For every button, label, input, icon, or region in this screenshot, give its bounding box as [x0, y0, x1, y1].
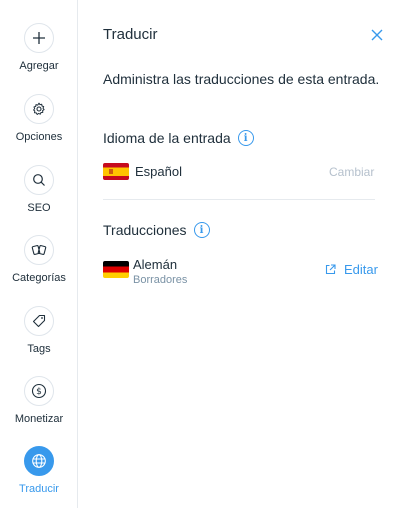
entry-language-row: Español: [103, 163, 182, 180]
external-link-icon: [325, 264, 336, 275]
globe-icon: [24, 446, 54, 476]
svg-text:$: $: [36, 387, 42, 397]
sidebar: Agregar Opciones SEO Categorías Tags $ M…: [0, 0, 78, 508]
translation-item: Alemán Borradores: [103, 257, 187, 287]
entry-language-heading-text: Idioma de la entrada: [103, 130, 231, 146]
translation-status: Borradores: [133, 274, 188, 286]
sidebar-item-label: Monetizar: [14, 413, 64, 425]
sidebar-item-tags[interactable]: Tags: [0, 306, 78, 355]
search-icon: [24, 165, 54, 195]
change-language-button[interactable]: Cambiar: [329, 165, 374, 179]
sidebar-item-traducir[interactable]: Traducir: [0, 446, 78, 495]
sidebar-item-label: Opciones: [15, 131, 63, 143]
entry-language-heading: Idioma de la entrada i: [103, 130, 254, 146]
sidebar-item-agregar[interactable]: Agregar: [0, 23, 78, 72]
translations-heading-text: Traducciones: [103, 222, 187, 238]
translation-language: Alemán: [133, 257, 178, 272]
close-icon: [371, 29, 383, 41]
sidebar-item-label: Agregar: [19, 60, 59, 72]
panel-description: Administra las traducciones de esta entr…: [103, 71, 380, 87]
plus-icon: [24, 23, 54, 53]
close-button[interactable]: [369, 27, 385, 43]
sidebar-item-categorias[interactable]: Categorías: [0, 235, 78, 284]
cards-icon: [24, 235, 54, 265]
dollar-icon: $: [24, 376, 54, 406]
entry-language-name: Español: [135, 164, 182, 179]
sidebar-item-label: Tags: [27, 343, 51, 355]
gear-icon: [24, 94, 54, 124]
germany-flag-icon: [103, 261, 129, 278]
spain-flag-icon: [103, 163, 129, 180]
edit-translation-button[interactable]: Editar: [325, 262, 378, 277]
sidebar-item-opciones[interactable]: Opciones: [0, 94, 78, 143]
tag-icon: [24, 306, 54, 336]
panel-title: Traducir: [103, 26, 158, 43]
sidebar-item-label: SEO: [27, 202, 51, 214]
sidebar-item-label: Categorías: [12, 272, 66, 284]
sidebar-item-monetizar[interactable]: $ Monetizar: [0, 376, 78, 425]
translate-panel: Traducir Administra las traducciones de …: [79, 0, 400, 508]
info-icon[interactable]: i: [193, 222, 210, 238]
sidebar-item-label: Traducir: [19, 483, 59, 495]
sidebar-item-seo[interactable]: SEO: [0, 165, 78, 214]
divider: [103, 199, 375, 200]
info-icon[interactable]: i: [237, 130, 254, 146]
translations-heading: Traducciones i: [103, 222, 210, 238]
edit-label: Editar: [344, 262, 378, 277]
